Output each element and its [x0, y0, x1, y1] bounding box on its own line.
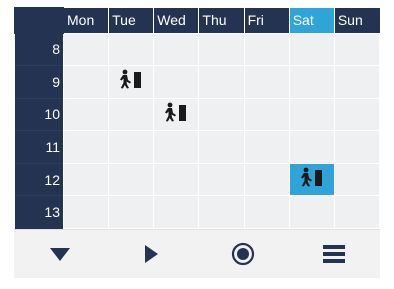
schedule-slot-fri-10[interactable]: [243, 97, 290, 132]
schedule-slot-sat-8[interactable]: [288, 32, 335, 67]
schedule-slot-wed-11[interactable]: [153, 130, 200, 164]
day-header-fri[interactable]: Fri: [243, 7, 290, 33]
schedule-slot-sun-12[interactable]: [333, 162, 381, 197]
schedule-slot-wed-8[interactable]: [153, 32, 200, 67]
schedule-slot-mon-11[interactable]: [62, 130, 110, 164]
person-leaving-icon: [299, 167, 325, 187]
hour-label: 11: [14, 130, 64, 164]
hour-label: 9: [14, 65, 64, 99]
schedule-slot-wed-13[interactable]: [153, 195, 200, 229]
play-button[interactable]: [127, 234, 175, 274]
day-header-sat[interactable]: Sat: [288, 7, 335, 33]
record-icon: [231, 242, 254, 266]
schedule-slot-tue-10[interactable]: [108, 97, 155, 132]
schedule-slot-thu-9[interactable]: [198, 65, 245, 99]
schedule-slot-sat-13[interactable]: [288, 195, 335, 229]
schedule-slot-mon-8[interactable]: [62, 32, 110, 67]
day-header-mon[interactable]: Mon: [62, 7, 109, 33]
schedule-slot-thu-13[interactable]: [198, 195, 245, 229]
person-leaving-icon: [118, 69, 144, 89]
schedule-slot-sun-13[interactable]: [333, 195, 381, 229]
day-header-row: Mon Tue Wed Thu Fri Sat Sun: [14, 7, 380, 34]
schedule-slot-thu-12[interactable]: [198, 162, 245, 197]
bottom-toolbar: [14, 229, 380, 278]
record-button[interactable]: [219, 234, 267, 274]
day-header-sun[interactable]: Sun: [333, 7, 380, 33]
schedule-slot-fri-8[interactable]: [243, 32, 290, 67]
schedule-slot-thu-11[interactable]: [198, 130, 245, 164]
grid-corner: [14, 7, 64, 34]
schedule-slot-thu-8[interactable]: [198, 32, 245, 67]
thermostat-schedule-screen: Mon Tue Wed Thu Fri Sat Sun 8 9 10 11 12 13: [14, 7, 381, 278]
schedule-slot-wed-12[interactable]: [153, 162, 200, 197]
hour-label: 10: [14, 97, 64, 131]
hour-row-13: 13: [14, 195, 381, 229]
schedule-slot-sat-9[interactable]: [288, 65, 335, 99]
day-header-wed[interactable]: Wed: [153, 7, 199, 33]
schedule-slot-sun-10[interactable]: [333, 97, 381, 132]
hour-label: 13: [14, 195, 64, 229]
schedule-slot-tue-11[interactable]: [108, 130, 155, 164]
schedule-slot-tue-9[interactable]: [108, 65, 155, 99]
hour-label: 12: [14, 162, 64, 196]
schedule-slot-mon-9[interactable]: [62, 65, 110, 99]
schedule-slot-sat-12[interactable]: [288, 162, 335, 197]
day-header-thu[interactable]: Thu: [198, 7, 245, 33]
schedule-slot-sat-11[interactable]: [288, 130, 335, 164]
schedule-slot-thu-10[interactable]: [198, 97, 245, 132]
schedule-slot-mon-12[interactable]: [62, 162, 110, 197]
dropdown-button[interactable]: [36, 234, 84, 274]
menu-button[interactable]: [310, 234, 358, 274]
schedule-slot-sat-10[interactable]: [288, 97, 335, 132]
schedule-slot-fri-12[interactable]: [243, 162, 290, 197]
schedule-slot-fri-11[interactable]: [243, 130, 290, 164]
hour-row-10: 10: [14, 97, 381, 132]
schedule-slot-sun-8[interactable]: [333, 32, 381, 67]
hour-row-8: 8: [14, 32, 381, 67]
schedule-slot-fri-9[interactable]: [243, 65, 290, 99]
day-header-tue[interactable]: Tue: [108, 7, 154, 33]
hour-row-11: 11: [14, 130, 381, 164]
schedule-slot-wed-10[interactable]: [153, 97, 200, 132]
schedule-slot-tue-8[interactable]: [108, 32, 155, 67]
schedule-slot-wed-9[interactable]: [153, 65, 200, 99]
schedule-slot-tue-13[interactable]: [108, 195, 155, 229]
hour-row-12: 12: [14, 162, 381, 197]
schedule-slot-fri-13[interactable]: [243, 195, 290, 229]
schedule-slot-mon-13[interactable]: [62, 195, 110, 229]
weekly-schedule-grid: Mon Tue Wed Thu Fri Sat Sun 8 9 10 11 12 13: [14, 7, 381, 229]
play-icon: [145, 245, 159, 263]
hamburger-menu-icon: [323, 245, 346, 263]
schedule-slot-sun-9[interactable]: [333, 65, 381, 99]
triangle-down-icon: [49, 248, 70, 261]
hour-label: 8: [14, 32, 64, 66]
schedule-slot-tue-12[interactable]: [108, 162, 155, 197]
schedule-slot-sun-11[interactable]: [333, 130, 381, 164]
hour-row-9: 9: [14, 65, 381, 99]
schedule-slot-mon-10[interactable]: [62, 97, 110, 132]
person-leaving-icon: [163, 102, 189, 122]
